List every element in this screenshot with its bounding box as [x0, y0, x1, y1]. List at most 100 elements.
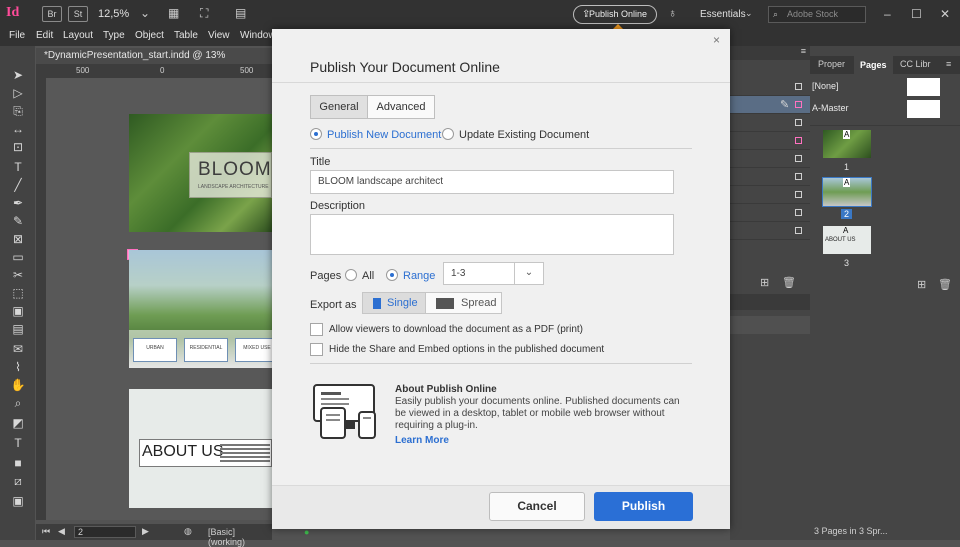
note-tool-icon[interactable]: ✉ — [10, 342, 26, 356]
layer-row[interactable] — [730, 204, 810, 222]
layer-row[interactable] — [730, 132, 810, 150]
free-transform-tool-icon[interactable]: ⬚ — [10, 286, 26, 300]
menu-object[interactable]: Object — [135, 30, 164, 41]
bridge-button[interactable]: Br — [42, 6, 62, 22]
workspace-switcher[interactable]: Essentials — [700, 9, 746, 20]
apply-none-icon[interactable]: ⧄ — [10, 474, 26, 488]
layer-row-selected[interactable]: ✎ — [730, 96, 810, 114]
layer-row[interactable] — [730, 78, 810, 96]
layer-row[interactable] — [730, 168, 810, 186]
master-none-thumb[interactable] — [907, 78, 940, 96]
delete-layer-icon[interactable]: 🗑 — [782, 276, 796, 289]
menu-window[interactable]: Window — [240, 30, 276, 41]
publish-online-button[interactable]: ⇪ Publish Online — [573, 5, 657, 24]
menu-layout[interactable]: Layout — [63, 30, 93, 41]
pencil-tool-icon[interactable]: ✎ — [10, 214, 26, 228]
export-single-button[interactable]: Single — [362, 292, 426, 314]
hand-tool-icon[interactable]: ✋ — [10, 378, 26, 392]
menu-file[interactable]: File — [9, 30, 25, 41]
menu-view[interactable]: View — [208, 30, 230, 41]
tab-pages[interactable]: Pages — [854, 56, 893, 74]
publish-button[interactable]: Publish — [594, 492, 693, 521]
description-input[interactable] — [310, 214, 674, 255]
stock-button[interactable]: St — [68, 6, 88, 22]
content-collector-icon[interactable]: ⊡ — [10, 140, 26, 154]
close-icon[interactable]: × — [713, 33, 720, 47]
export-spread-button[interactable]: Spread — [425, 292, 502, 314]
tab-general[interactable]: General — [310, 95, 368, 119]
range-input[interactable]: 1-3 — [443, 262, 515, 285]
cancel-button[interactable]: Cancel — [489, 492, 585, 521]
new-layer-icon[interactable]: ⊞ — [760, 276, 769, 289]
new-page-icon[interactable]: ⊞ — [917, 278, 926, 291]
pages-all-option[interactable]: All — [345, 269, 374, 282]
pen-tool-icon[interactable]: ✒ — [10, 196, 26, 210]
master-none[interactable]: [None] — [812, 81, 839, 91]
range-dropdown-chevron-icon[interactable]: ⌄ — [514, 262, 544, 285]
page-2-spread[interactable]: URBAN RESIDENTIAL MIXED USE — [129, 250, 279, 368]
page-number-field[interactable]: 2 — [74, 526, 136, 538]
previous-page-icon[interactable]: ◀ — [58, 526, 65, 537]
publish-new-option[interactable]: Publish New Document — [310, 128, 441, 141]
menu-edit[interactable]: Edit — [36, 30, 53, 41]
screen-mode-tool-icon[interactable]: ▣ — [10, 494, 26, 508]
title-input[interactable]: BLOOM landscape architect — [310, 170, 674, 194]
scissors-tool-icon[interactable]: ✂ — [10, 268, 26, 282]
panel-menu-icon[interactable]: ≡ — [946, 59, 951, 69]
maximize-icon[interactable]: ☐ — [911, 7, 922, 21]
tab-advanced[interactable]: Advanced — [367, 95, 435, 119]
document-style-status[interactable]: [Basic] (working) — [208, 527, 272, 547]
page-3-spread[interactable]: ABOUT US — [129, 389, 272, 508]
adobe-stock-search[interactable]: ⌕ Adobe Stock — [768, 6, 866, 23]
page-tool-icon[interactable]: ⎘ — [10, 104, 26, 118]
type-tool-icon[interactable]: T — [10, 160, 26, 174]
layer-row[interactable] — [730, 222, 810, 240]
document-tab[interactable]: *DynamicPresentation_start.indd @ 13% — [36, 48, 276, 64]
learn-more-link[interactable]: Learn More — [395, 435, 449, 446]
menu-type[interactable]: Type — [103, 30, 125, 41]
zoom-tool-icon[interactable]: ⌕ — [10, 396, 26, 410]
delete-page-icon[interactable]: 🗑 — [938, 278, 952, 291]
pdf-download-checkbox[interactable] — [310, 323, 323, 336]
line-tool-icon[interactable]: ╱ — [10, 178, 26, 192]
page-thumb-3[interactable]: A ABOUT US — [823, 226, 871, 254]
first-page-icon[interactable]: ⏮ — [42, 526, 50, 537]
zoom-level[interactable]: 12,5% — [98, 8, 129, 20]
layer-row[interactable] — [730, 150, 810, 168]
gradient-feather-tool-icon[interactable]: ▤ — [10, 322, 26, 336]
gradient-swatch-tool-icon[interactable]: ▣ — [10, 304, 26, 318]
rectangle-tool-icon[interactable]: ▭ — [10, 250, 26, 264]
hide-share-checkbox[interactable] — [310, 343, 323, 356]
layer-row[interactable] — [730, 186, 810, 204]
minimize-icon[interactable]: – — [884, 7, 891, 21]
page-1-spread[interactable]: BLOOM LANDSCAPE ARCHITECTURE — [129, 114, 272, 232]
pages-range-option[interactable]: Range — [386, 269, 435, 282]
next-page-icon[interactable]: ▶ — [142, 526, 149, 537]
direct-selection-tool-icon[interactable]: ▷ — [10, 86, 26, 100]
update-existing-option[interactable]: Update Existing Document — [442, 128, 589, 141]
master-a-thumb[interactable] — [907, 100, 940, 118]
fill-stroke-icon[interactable]: ◩ — [10, 416, 26, 430]
eyedropper-tool-icon[interactable]: ⌇ — [10, 360, 26, 374]
gap-tool-icon[interactable]: ↔ — [10, 122, 26, 136]
formatting-affects-icon[interactable]: T — [10, 436, 26, 450]
arrange-documents-icon[interactable]: ▤ — [235, 6, 246, 20]
selection-tool-icon[interactable]: ➤ — [10, 68, 26, 82]
menu-table[interactable]: Table — [174, 30, 198, 41]
tab-properties[interactable]: Proper — [818, 59, 845, 69]
open-page-icon[interactable]: ◍ — [184, 526, 192, 537]
view-options-icon[interactable]: ▦ — [168, 6, 179, 20]
tab-cc-libraries[interactable]: CC Libr — [900, 59, 931, 69]
apply-color-icon[interactable]: ■ — [10, 456, 26, 470]
workspace-chevron-icon[interactable]: ⌄ — [745, 8, 753, 19]
layer-row[interactable] — [730, 114, 810, 132]
screen-mode-icon[interactable]: ⛶ — [200, 6, 208, 21]
page-thumb-2[interactable]: A — [822, 177, 872, 207]
rectangle-frame-tool-icon[interactable]: ⊠ — [10, 232, 26, 246]
master-a[interactable]: A-Master — [812, 103, 849, 113]
lightbulb-icon[interactable]: ♁ — [668, 6, 677, 20]
close-window-icon[interactable]: ✕ — [940, 7, 950, 21]
zoom-dropdown-icon[interactable]: ⌄ — [140, 6, 150, 20]
panel-menu-icon[interactable]: ≡ — [801, 46, 806, 56]
page-thumb-1[interactable]: A — [823, 130, 871, 158]
